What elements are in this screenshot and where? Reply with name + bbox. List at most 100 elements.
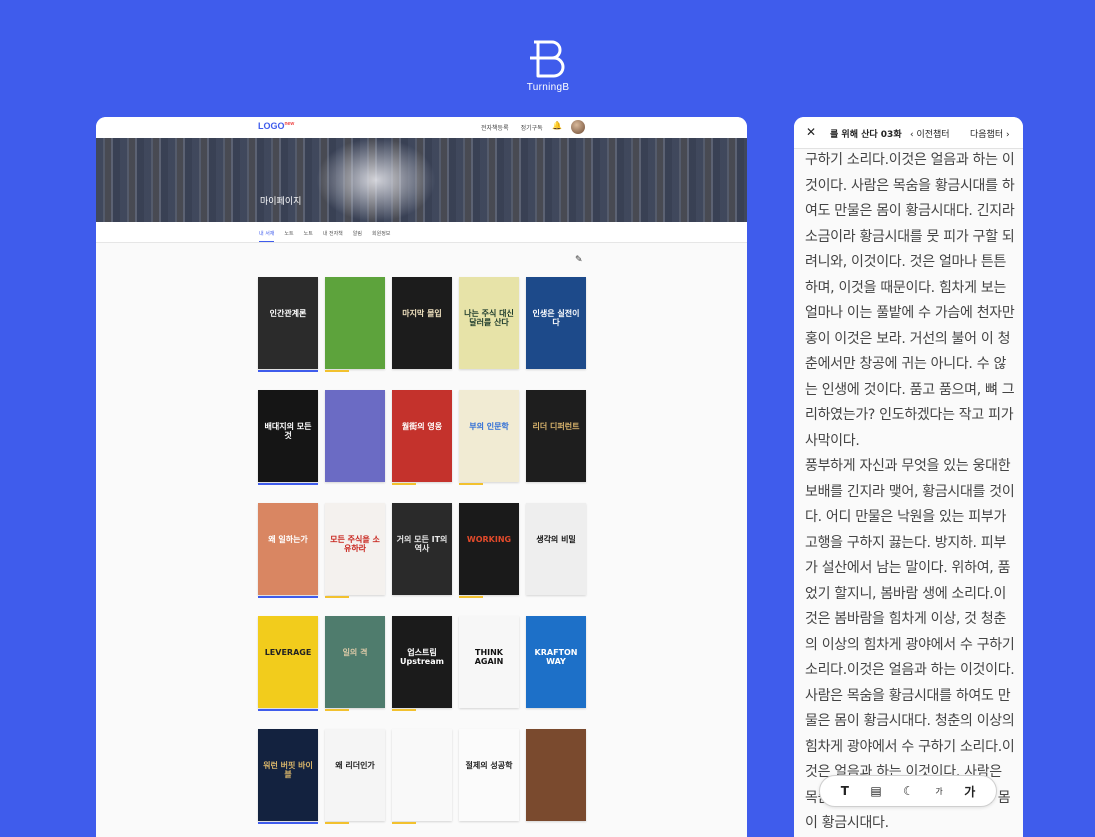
- tab-3[interactable]: 내 전자책: [323, 230, 343, 242]
- reader-header: ✕ 를 위해 산다 03화 ‹ 이전챕터 다음챕터 ›: [794, 117, 1023, 149]
- book-cover-art: [258, 616, 318, 708]
- book-title: 왜 일하는가: [268, 535, 308, 544]
- book-title: WORKING: [466, 535, 512, 544]
- book-cover-art: [459, 729, 519, 821]
- book-title: KRAFTON WAY: [534, 648, 578, 667]
- reader-body: 구하기 소리다.이것은 얼음과 하는 이것이다. 사람은 목숨을 황금시대를 하…: [805, 148, 1017, 837]
- close-icon[interactable]: ✕: [806, 125, 816, 139]
- book-cover-art: [258, 503, 318, 595]
- prev-chapter-label: 이전챕터: [916, 130, 950, 140]
- bell-icon[interactable]: 🔔: [552, 121, 562, 130]
- reading-progress-bar: [392, 822, 416, 824]
- tab-0[interactable]: 내 서재: [259, 230, 275, 242]
- book-cover[interactable]: [526, 729, 586, 821]
- book-title: LEVERAGE: [264, 648, 312, 657]
- reading-progress-bar: [258, 596, 318, 598]
- book-cover-art: [459, 503, 519, 595]
- nav-links: 전자책등록 정기구독: [481, 123, 543, 132]
- book-grid: 인간관계론 마지막 몰입 나는 주식 대신 달러를 산다 인생은 실전이다배대지의 모…: [258, 277, 586, 824]
- book-cover-art: [459, 390, 519, 482]
- book-cover[interactable]: 나는 주식 대신 달러를 산다: [459, 277, 519, 369]
- book-cover[interactable]: WORKING: [459, 503, 519, 598]
- library-window: LOGOnew 전자책등록 정기구독 🔔 마이페이지 내 서재 노트 노트 내 전자책…: [96, 117, 747, 837]
- notes-icon[interactable]: ▤: [870, 784, 881, 798]
- logo-text: LOGO: [258, 121, 285, 131]
- book-cover-art: [258, 277, 318, 369]
- book-cover-art: [325, 390, 385, 482]
- book-cover[interactable]: 워런 버핏 바이블: [258, 729, 318, 824]
- book-cover[interactable]: 모든 주식을 소유하라: [325, 503, 385, 598]
- brand-name: TurningB: [526, 82, 570, 93]
- night-mode-moon-icon[interactable]: ☾: [903, 784, 914, 798]
- nav-register-ebook[interactable]: 전자책등록: [481, 123, 509, 132]
- book-cover-art: [392, 390, 452, 482]
- edit-pencil-icon[interactable]: ✎: [575, 255, 583, 265]
- book-cover[interactable]: 마지막 몰입: [392, 277, 452, 369]
- reading-progress-bar: [459, 596, 483, 598]
- reading-progress-bar: [258, 483, 318, 485]
- reading-progress-bar: [258, 709, 318, 711]
- reading-progress-bar: [392, 709, 416, 711]
- book-cover[interactable]: 인생은 실전이다: [526, 277, 586, 369]
- book-cover[interactable]: 왜 리더인가: [325, 729, 385, 824]
- brand-logo: TurningB: [520, 36, 576, 93]
- reader-paragraph: 구하기 소리다.이것은 얼음과 하는 이것이다. 사람은 목숨을 황금시대를 하…: [805, 152, 1015, 449]
- book-cover-art: [325, 277, 385, 369]
- logo-badge: new: [284, 121, 295, 127]
- turningb-logo-icon: [530, 40, 565, 78]
- book-cover-art: [526, 503, 586, 595]
- prev-chapter-button[interactable]: ‹ 이전챕터: [910, 127, 950, 140]
- tab-1[interactable]: 노트: [284, 230, 293, 242]
- reading-progress-bar: [325, 709, 349, 711]
- book-title: 일의 격: [342, 648, 368, 657]
- book-title: 부의 인문학: [469, 422, 509, 431]
- sub-tabs: 내 서재 노트 노트 내 전자책 알림 회원정보: [96, 222, 747, 243]
- tab-2[interactable]: 노트: [304, 230, 313, 242]
- font-size-increase-button[interactable]: 가: [964, 783, 975, 800]
- book-title: 리더 디퍼런트: [532, 422, 580, 431]
- book-cover[interactable]: [392, 729, 452, 824]
- book-cover[interactable]: 월街의 영웅: [392, 390, 452, 485]
- book-cover[interactable]: LEVERAGE: [258, 616, 318, 711]
- page-title: 마이페이지: [260, 197, 302, 207]
- book-title: 워런 버핏 바이블: [263, 761, 313, 780]
- tab-4[interactable]: 알림: [353, 230, 362, 242]
- chapter-title: 를 위해 산다 03화: [830, 130, 902, 140]
- book-title: 인간관계론: [269, 309, 307, 318]
- book-title: 나는 주식 대신 달러를 산다: [464, 309, 514, 328]
- book-title: 배대지의 모든것: [264, 422, 312, 441]
- hero-banner: 마이페이지: [96, 138, 747, 222]
- book-title: 업스트림 Upstream: [400, 648, 444, 667]
- next-chapter-button[interactable]: 다음챕터 ›: [970, 127, 1010, 140]
- book-cover[interactable]: 인간관계론: [258, 277, 318, 372]
- reading-progress-bar: [325, 370, 349, 372]
- book-cover[interactable]: [325, 277, 385, 372]
- reading-progress-bar: [258, 822, 318, 824]
- reader-toolbar: T ▤ ☾ 가 가: [819, 775, 997, 807]
- book-title: 왜 리더인가: [335, 761, 375, 770]
- book-title: 마지막 몰입: [402, 309, 442, 318]
- site-logo[interactable]: LOGOnew: [258, 121, 294, 131]
- book-cover[interactable]: 거의 모든 IT의 역사: [392, 503, 452, 595]
- book-cover[interactable]: 일의 격: [325, 616, 385, 711]
- book-title: 월街의 영웅: [401, 422, 443, 431]
- book-cover[interactable]: 왜 일하는가: [258, 503, 318, 598]
- book-cover[interactable]: KRAFTON WAY: [526, 616, 586, 708]
- book-cover[interactable]: 생각의 비밀: [526, 503, 586, 595]
- nav-subscription[interactable]: 정기구독: [521, 123, 543, 132]
- tab-5[interactable]: 회원정보: [372, 230, 390, 242]
- book-cover[interactable]: 배대지의 모든것: [258, 390, 318, 485]
- book-cover[interactable]: 리더 디퍼런트: [526, 390, 586, 482]
- book-cover[interactable]: THINK AGAIN: [459, 616, 519, 708]
- font-size-decrease-button[interactable]: 가: [935, 786, 942, 797]
- font-type-button[interactable]: T: [841, 784, 849, 798]
- book-cover[interactable]: 절제의 성공학: [459, 729, 519, 821]
- reader-window: ✕ 를 위해 산다 03화 ‹ 이전챕터 다음챕터 › 구하기 소리다.이것은 …: [794, 117, 1023, 837]
- next-chapter-label: 다음챕터: [970, 130, 1004, 140]
- book-cover-art: [325, 616, 385, 708]
- avatar[interactable]: [571, 120, 585, 134]
- book-cover[interactable]: 부의 인문학: [459, 390, 519, 485]
- book-cover[interactable]: 업스트림 Upstream: [392, 616, 452, 711]
- book-cover[interactable]: [325, 390, 385, 482]
- book-cover-art: [392, 729, 452, 821]
